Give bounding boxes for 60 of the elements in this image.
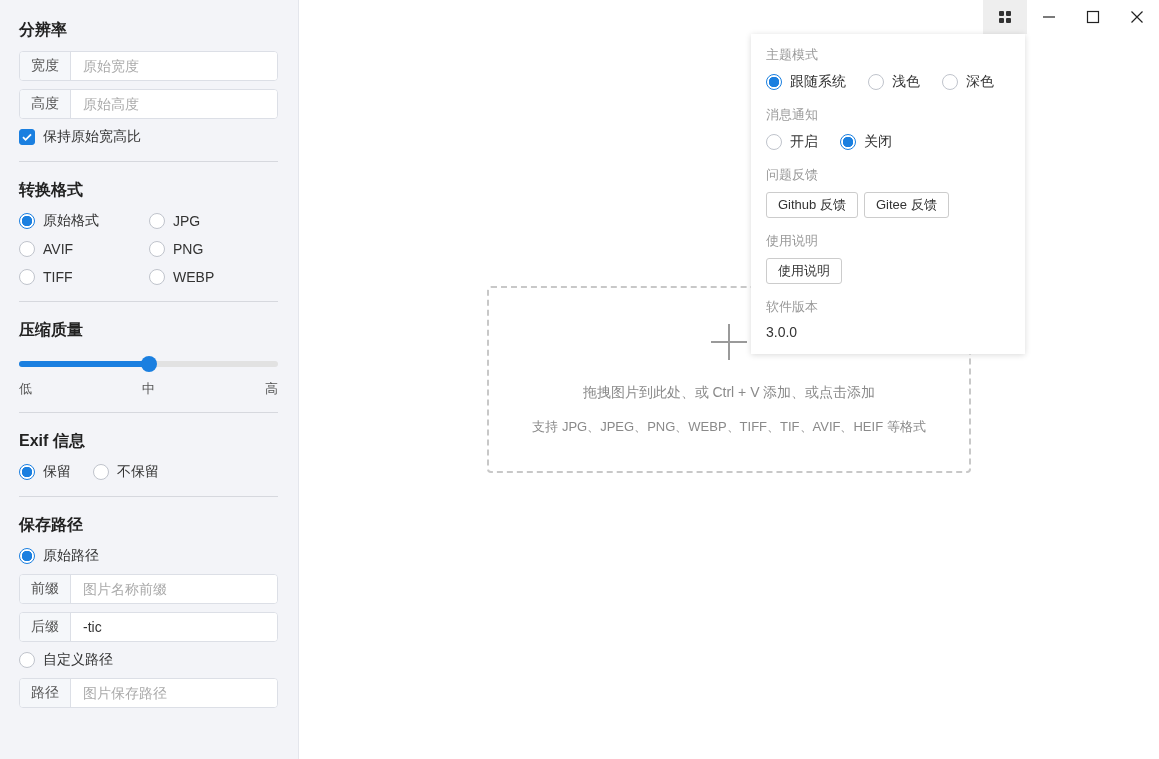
popup-section-title: 使用说明 [766, 232, 819, 250]
popup-section-title: 消息通知 [766, 106, 819, 124]
radio-button[interactable] [149, 241, 165, 257]
slider-tick-label: 低 [19, 380, 32, 398]
section-title: Exif 信息 [19, 431, 86, 451]
radio-label: 跟随系统 [790, 73, 846, 91]
plus-icon [711, 324, 747, 360]
popup-button[interactable]: Github 反馈 [766, 192, 858, 218]
slider-tick-label: 高 [265, 380, 278, 398]
input-field[interactable]: 路径 图片保存路径 [19, 678, 278, 708]
radio-label: JPG [173, 213, 201, 229]
input-field[interactable]: 宽度 原始宽度 [19, 51, 278, 81]
radio-label: PNG [173, 241, 204, 257]
drop-hint: 拖拽图片到此处、或 Ctrl + V 添加、或点击添加 [582, 384, 876, 402]
radio-button[interactable] [149, 213, 165, 229]
radio-button[interactable] [19, 213, 35, 229]
slider-thumb[interactable] [140, 356, 157, 372]
radio-button[interactable] [149, 269, 165, 285]
radio-button[interactable] [766, 134, 782, 150]
grid-icon[interactable] [983, 0, 1027, 34]
section-title: 转换格式 [19, 180, 84, 200]
section-title: 保存路径 [19, 515, 84, 535]
radio-button[interactable] [868, 74, 884, 90]
popup-button[interactable]: 使用说明 [766, 258, 842, 284]
popup-section-title: 主题模式 [766, 46, 819, 64]
radio-label: AVIF [43, 241, 74, 257]
radio-button[interactable] [19, 241, 35, 257]
input-field[interactable]: 高度 原始高度 [19, 89, 278, 119]
radio-button[interactable] [19, 652, 35, 668]
checkbox[interactable] [19, 129, 35, 145]
quality-slider[interactable] [19, 356, 278, 372]
version-text: 3.0.0 [766, 324, 799, 340]
input-field[interactable]: 后缀 -tic [19, 612, 278, 642]
popup-button[interactable]: Gitee 反馈 [863, 192, 949, 218]
radio-label: TIFF [43, 269, 73, 285]
radio-button[interactable] [942, 74, 958, 90]
radio-button[interactable] [93, 464, 109, 480]
radio-label: 深色 [966, 73, 994, 91]
supported-formats: 支持 JPG、JPEG、PNG、WEBP、TIFF、TIF、AVIF、HEIF 等格式 [532, 418, 926, 436]
radio-button[interactable] [19, 548, 35, 564]
popup-section-title: 软件版本 [766, 298, 819, 316]
checkbox-label: 保持原始宽高比 [43, 128, 141, 146]
section-title: 分辨率 [19, 20, 68, 40]
radio-label: WEBP [173, 269, 215, 285]
radio-label: 浅色 [892, 73, 920, 91]
section-title: 压缩质量 [19, 320, 84, 340]
radio-label: 关闭 [864, 133, 892, 151]
radio-label: 开启 [790, 133, 818, 151]
radio-label: 自定义路径 [43, 651, 113, 669]
popup-section-title: 问题反馈 [766, 166, 819, 184]
radio-label: 原始格式 [43, 212, 99, 230]
slider-tick-label: 中 [142, 380, 155, 398]
radio-label: 原始路径 [43, 547, 99, 565]
input-field[interactable]: 前缀 图片名称前缀 [19, 574, 278, 604]
radio-button[interactable] [766, 74, 782, 90]
radio-button[interactable] [840, 134, 856, 150]
radio-button[interactable] [19, 464, 35, 480]
radio-button[interactable] [19, 269, 35, 285]
radio-label: 保留 [43, 463, 71, 481]
radio-label: 不保留 [117, 463, 159, 481]
